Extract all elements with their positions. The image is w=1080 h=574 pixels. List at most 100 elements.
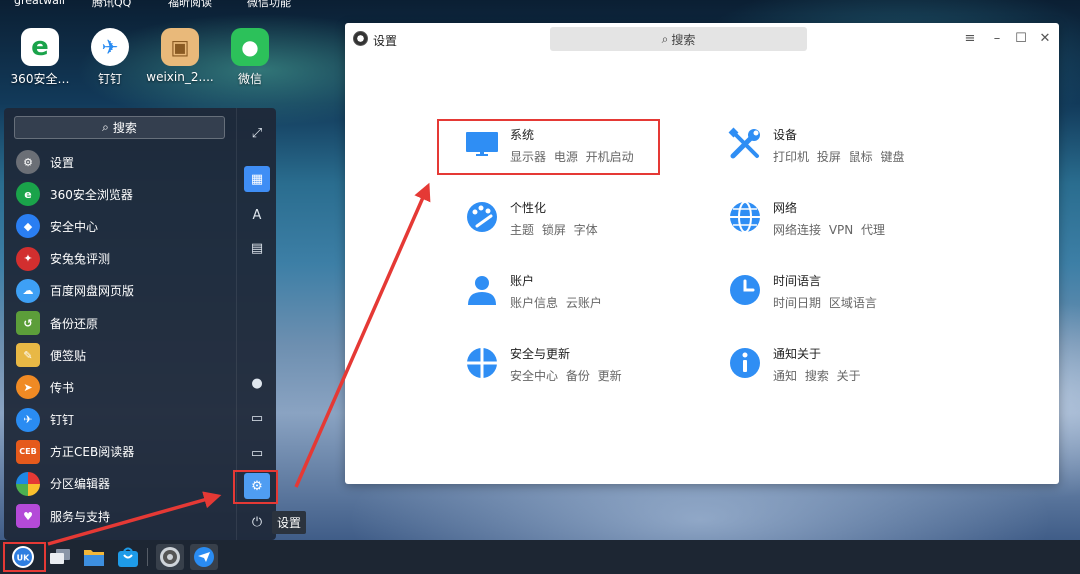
desktop-icon-wechat[interactable]: ● 微信 [216,28,284,87]
start-menu-item-backup[interactable]: ↺ 备份还原 [12,307,234,339]
partition-icon [16,471,40,496]
window-title: 设置 [373,34,398,48]
expand-icon[interactable]: ⤢ [244,120,270,146]
settings-category-security-update[interactable]: 安全与更新 安全中心 备份 更新 [464,339,694,389]
category-title: 网络 [773,201,798,215]
clock-icon [730,275,760,305]
desktop-icon-label: weixin_2.... [146,70,214,84]
power-icon[interactable]: ⏻ [244,509,270,535]
start-menu-item-label: 备份还原 [50,316,99,331]
desktop-label-2: 腾讯QQ [92,0,132,9]
multitask-icon [50,549,70,564]
category-subtitle: 网络连接 VPN 代理 [773,223,886,237]
start-menu-search-placeholder: 搜索 [112,121,137,135]
settings-category-devices[interactable]: 设备 打印机 投屏 鼠标 键盘 [727,120,957,170]
desktop-icon-dingtalk[interactable]: ✈ 钉钉 [76,28,144,87]
taskbar: UK [0,540,1080,574]
browser-360-icon: e [16,182,40,207]
settings-category-network[interactable]: 网络 网络连接 VPN 代理 [727,193,957,243]
settings-category-notification-about[interactable]: 通知关于 通知 搜索 关于 [727,339,957,389]
start-menu-search-input[interactable]: ⌕ 搜索 [14,116,225,139]
computer-icon[interactable]: ▭ [244,440,270,466]
minimize-icon[interactable]: – [988,29,1006,47]
desktop-icon-360[interactable]: e 360安全… [6,28,74,87]
start-menu-item-label: 分区编辑器 [50,477,111,492]
menu-icon[interactable]: ≡ [961,29,979,47]
security-icon [467,348,497,378]
category-subtitle: 时间日期 区域语言 [773,296,877,310]
package-icon: ▣ [161,28,199,66]
settings-category-accounts[interactable]: 账户 账户信息 云账户 [464,266,694,316]
start-menu-item-label: 安兔兔评测 [50,252,111,267]
settings-app-logo-icon [353,31,368,46]
category-title: 通知关于 [773,347,822,361]
ceb-reader-icon: CEB [16,439,40,464]
start-menu-item-baidu-netdisk[interactable]: ☁ 百度网盘网页版 [12,275,234,307]
settings-category-time-language[interactable]: 时间语言 时间日期 区域语言 [727,266,957,316]
desktop-label-4: 微信功能 [247,0,291,9]
settings-tooltip: 设置 [272,511,307,534]
user-icon[interactable]: ● [244,370,270,396]
settings-search-placeholder: 搜索 [671,32,696,47]
file-manager-button[interactable] [80,544,108,570]
start-menu-app-list: ⚙ 设置 e 360安全浏览器 ◆ 安全中心 ✦ 安兔兔评测 ☁ 百度网盘网页版… [12,146,234,532]
antutu-icon: ✦ [16,246,40,271]
desktop-label-1: greatwall [14,0,65,7]
maximize-icon[interactable]: ☐ [1012,29,1030,47]
start-menu-item-support[interactable]: ♥ 服务与支持 [12,500,234,532]
start-menu-item-label: 钉钉 [50,413,75,428]
tools-icon [728,127,760,159]
category-title: 个性化 [510,201,547,215]
start-menu-item-settings[interactable]: ⚙ 设置 [12,146,234,178]
software-store-button[interactable] [114,544,142,570]
start-menu-item-360-browser[interactable]: e 360安全浏览器 [12,178,234,210]
start-menu-item-sticky-notes[interactable]: ✎ 便签贴 [12,339,234,371]
store-bag-icon [118,547,138,567]
desktop-icon-label: 360安全… [10,72,70,86]
gear-icon: ⚙ [16,150,40,175]
info-icon [730,348,760,378]
start-menu-item-partition-editor[interactable]: 分区编辑器 [12,468,234,500]
category-title: 账户 [510,274,535,288]
desktop-label-3: 福昕阅读 [168,0,212,9]
desktop-top-labels: greatwall 腾讯QQ 福昕阅读 微信功能 [0,0,340,10]
all-apps-grid-icon[interactable]: ▦ [244,166,270,192]
highlight-start-button [3,542,46,572]
search-icon: ⌕ [661,31,669,46]
start-menu-item-label: 百度网盘网页版 [50,284,135,299]
start-menu-item-label: 360安全浏览器 [50,187,133,202]
taskbar-settings-app[interactable] [156,544,184,570]
send-icon: ➤ [16,375,40,400]
wechat-icon: ● [231,28,269,66]
multitask-view-button[interactable] [46,544,74,570]
support-icon: ♥ [16,504,40,529]
browser-360-icon: e [21,28,59,66]
category-icon[interactable]: ▤ [244,235,270,261]
folder-icon[interactable]: ▭ [244,405,270,431]
category-subtitle: 打印机 投屏 鼠标 键盘 [773,150,905,164]
category-subtitle: 主题 锁屏 字体 [510,223,598,237]
settings-category-personalization[interactable]: 个性化 主题 锁屏 字体 [464,193,694,243]
dingtalk-icon [194,547,214,567]
start-menu-item-label: 服务与支持 [50,509,111,524]
start-menu-item-label: 方正CEB阅读器 [50,445,135,460]
category-subtitle: 通知 搜索 关于 [773,369,861,383]
taskbar-dingtalk-app[interactable] [190,544,218,570]
start-menu-item-security-center[interactable]: ◆ 安全中心 [12,210,234,242]
start-menu-item-dingtalk[interactable]: ✈ 钉钉 [12,404,234,436]
highlight-settings-rail-button [233,470,278,504]
close-icon[interactable]: ✕ [1036,29,1054,47]
globe-icon [730,201,760,233]
start-menu-item-antutu[interactable]: ✦ 安兔兔评测 [12,243,234,275]
start-menu-item-ceb-reader[interactable]: CEB 方正CEB阅读器 [12,436,234,468]
folder-icon [84,550,104,566]
desktop-icon-label: 微信 [237,72,262,86]
cloud-disk-icon: ☁ [16,278,40,303]
desktop-icon-weixin-package[interactable]: ▣ weixin_2.... [146,28,214,84]
start-menu-item-label: 便签贴 [50,348,87,363]
start-menu-item-chuanshu[interactable]: ➤ 传书 [12,371,234,403]
alphabet-sort-icon[interactable]: A [244,202,270,228]
category-title: 设备 [773,128,798,142]
note-icon: ✎ [16,343,40,368]
settings-search-input[interactable]: ⌕ 搜索 [550,27,807,51]
